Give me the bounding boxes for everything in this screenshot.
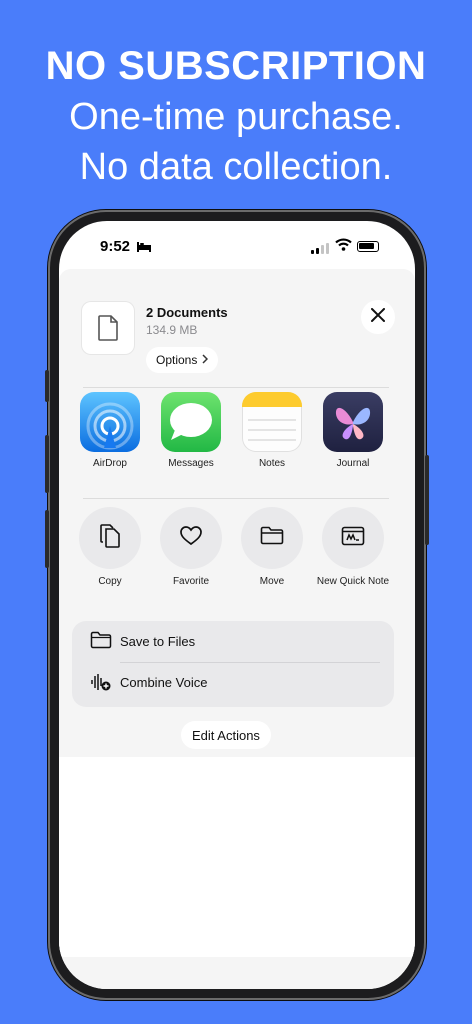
- action-copy[interactable]: Copy: [73, 507, 147, 588]
- document-size: 134.9 MB: [146, 323, 198, 337]
- share-messages[interactable]: Messages: [156, 392, 226, 469]
- list-item-combine-voice[interactable]: Combine Voice: [72, 662, 394, 703]
- divider: [83, 498, 389, 499]
- share-airdrop[interactable]: AirDrop: [75, 392, 145, 469]
- edit-actions-label: Edit Actions: [192, 727, 260, 743]
- app-label: Messages: [168, 458, 214, 469]
- action-label: Favorite: [172, 576, 210, 587]
- messages-icon: [161, 392, 221, 452]
- action-label: Move: [259, 576, 285, 587]
- close-icon: [371, 307, 385, 327]
- document-title: 2 Documents: [146, 305, 228, 320]
- options-button[interactable]: Options: [146, 347, 219, 373]
- action-move[interactable]: Move: [235, 507, 309, 588]
- edit-actions-button[interactable]: Edit Actions: [181, 721, 271, 749]
- heart-icon: [180, 525, 202, 551]
- journal-icon: [323, 392, 383, 452]
- options-label: Options: [156, 353, 198, 367]
- headline-line-2: No data collection.: [79, 146, 393, 188]
- app-label: AirDrop: [93, 458, 127, 469]
- marketing-headline: NO SUBSCRIPTION One-time purchase. No da…: [0, 40, 472, 192]
- action-new-quick-note[interactable]: New Quick Note: [316, 507, 390, 588]
- copy-icon: [99, 523, 121, 554]
- airdrop-icon: [80, 392, 140, 452]
- phone-screen: 9:52 2 Documents 134.9 MB Options AirDro…: [59, 221, 415, 989]
- divider: [83, 387, 389, 388]
- folder-icon: [90, 631, 112, 651]
- bed-icon: [137, 240, 151, 255]
- app-label: Notes: [258, 458, 286, 469]
- sheet-empty-area: [59, 757, 415, 957]
- folder-icon: [260, 526, 284, 550]
- list-item-label: Save to Files: [120, 634, 196, 649]
- status-time: 9:52: [100, 238, 131, 255]
- share-notes[interactable]: Notes: [237, 392, 307, 469]
- chevron-right-icon: [202, 353, 209, 367]
- share-journal[interactable]: Journal: [318, 392, 388, 469]
- app-label: Journal: [336, 458, 370, 469]
- wifi-icon: [335, 238, 352, 254]
- volume-down-button: [45, 510, 49, 568]
- app-row: AirDrop Messages Notes Journal: [59, 392, 415, 482]
- phone-frame: 9:52 2 Documents 134.9 MB Options AirDro…: [45, 210, 429, 1000]
- headline-title: NO SUBSCRIPTION: [45, 44, 427, 88]
- list-item-label: Combine Voice: [120, 675, 208, 690]
- side-button: [425, 455, 429, 545]
- action-list: Save to Files Combine Voice: [72, 621, 394, 707]
- close-button[interactable]: [361, 300, 395, 334]
- quick-note-icon: [341, 526, 365, 551]
- headline-line-1: One-time purchase.: [69, 96, 403, 138]
- document-icon: [82, 302, 134, 354]
- cellular-icon: [311, 241, 329, 258]
- waveform-add-icon: [90, 672, 112, 692]
- status-bar: 9:52: [59, 221, 415, 271]
- volume-up-button: [45, 435, 49, 493]
- share-sheet: 2 Documents 134.9 MB Options AirDrop Mes…: [59, 269, 415, 989]
- action-button: [45, 370, 49, 402]
- action-favorite[interactable]: Favorite: [154, 507, 228, 588]
- list-item-save-to-files[interactable]: Save to Files: [72, 621, 394, 662]
- action-label: New Quick Note: [316, 576, 390, 587]
- action-label: Copy: [98, 576, 122, 587]
- notes-icon: [242, 392, 302, 452]
- action-row: Copy Favorite Move New Quick Note: [59, 507, 415, 607]
- battery-icon: [357, 241, 379, 252]
